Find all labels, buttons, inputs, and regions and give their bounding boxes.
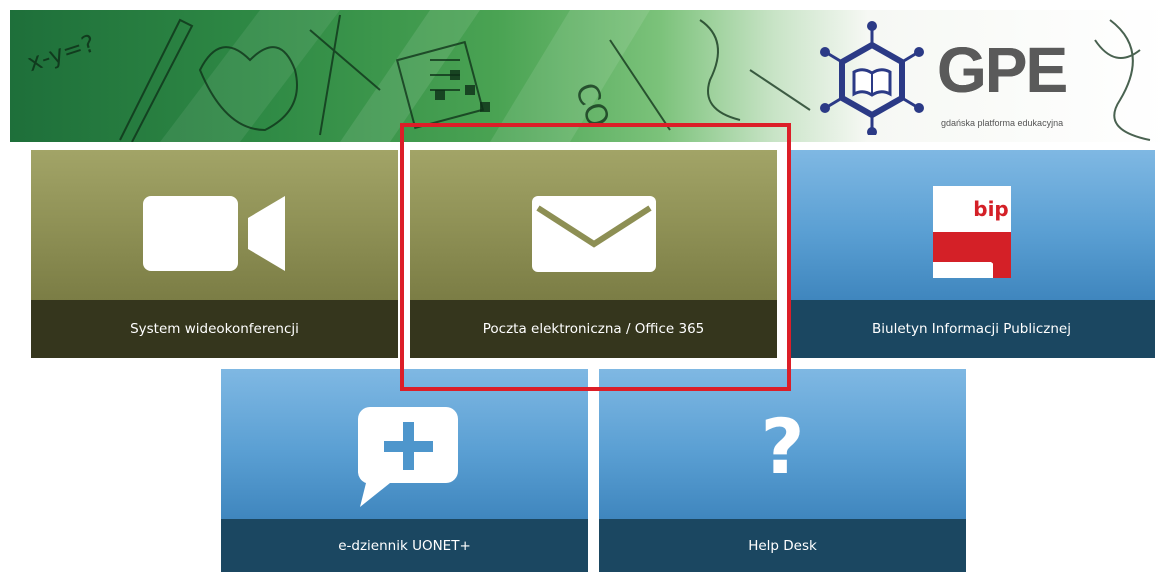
tile-e-dziennik[interactable]: e-dziennik UONET+ [221, 369, 588, 572]
tile-icon-area [31, 150, 398, 300]
envelope-icon [532, 196, 656, 272]
tile-label: Biuletyn Informacji Publicznej [788, 300, 1155, 358]
tile-label: Help Desk [599, 519, 966, 572]
banner-doodle-equation: x-y=? [24, 29, 99, 77]
tile-icon-area [221, 369, 588, 519]
tile-icon-area: ? [599, 369, 966, 519]
gpe-logo-text: GPE [937, 34, 1068, 106]
gpe-logo-subtitle: gdańska platforma edukacyjna [941, 118, 1064, 128]
tile-help-desk[interactable]: ? Help Desk [599, 369, 966, 572]
bip-logo-icon: bip [933, 186, 1011, 278]
speech-bubble-plus-icon [358, 407, 458, 507]
tile-label: Poczta elektroniczna / Office 365 [410, 300, 777, 358]
question-mark-icon: ? [760, 402, 805, 491]
tile-video-conference[interactable]: System wideokonferencji [31, 150, 398, 358]
tile-icon-area [410, 150, 777, 300]
video-camera-icon [143, 196, 285, 271]
bip-logo-text: bip [973, 197, 1009, 221]
tile-icon-area: bip [788, 150, 1155, 300]
tile-label: e-dziennik UONET+ [221, 519, 588, 572]
header-banner: x-y=? CO GPE gdańska platforma edukacyjn… [10, 10, 1170, 142]
tile-bip[interactable]: bip Biuletyn Informacji Publicznej [788, 150, 1155, 358]
gpe-logo[interactable]: GPE gdańska platforma edukacyjna [817, 20, 1077, 135]
tile-email-office365[interactable]: Poczta elektroniczna / Office 365 [410, 150, 777, 358]
gpe-hexagon-book-icon [820, 21, 924, 135]
tile-label: System wideokonferencji [31, 300, 398, 358]
